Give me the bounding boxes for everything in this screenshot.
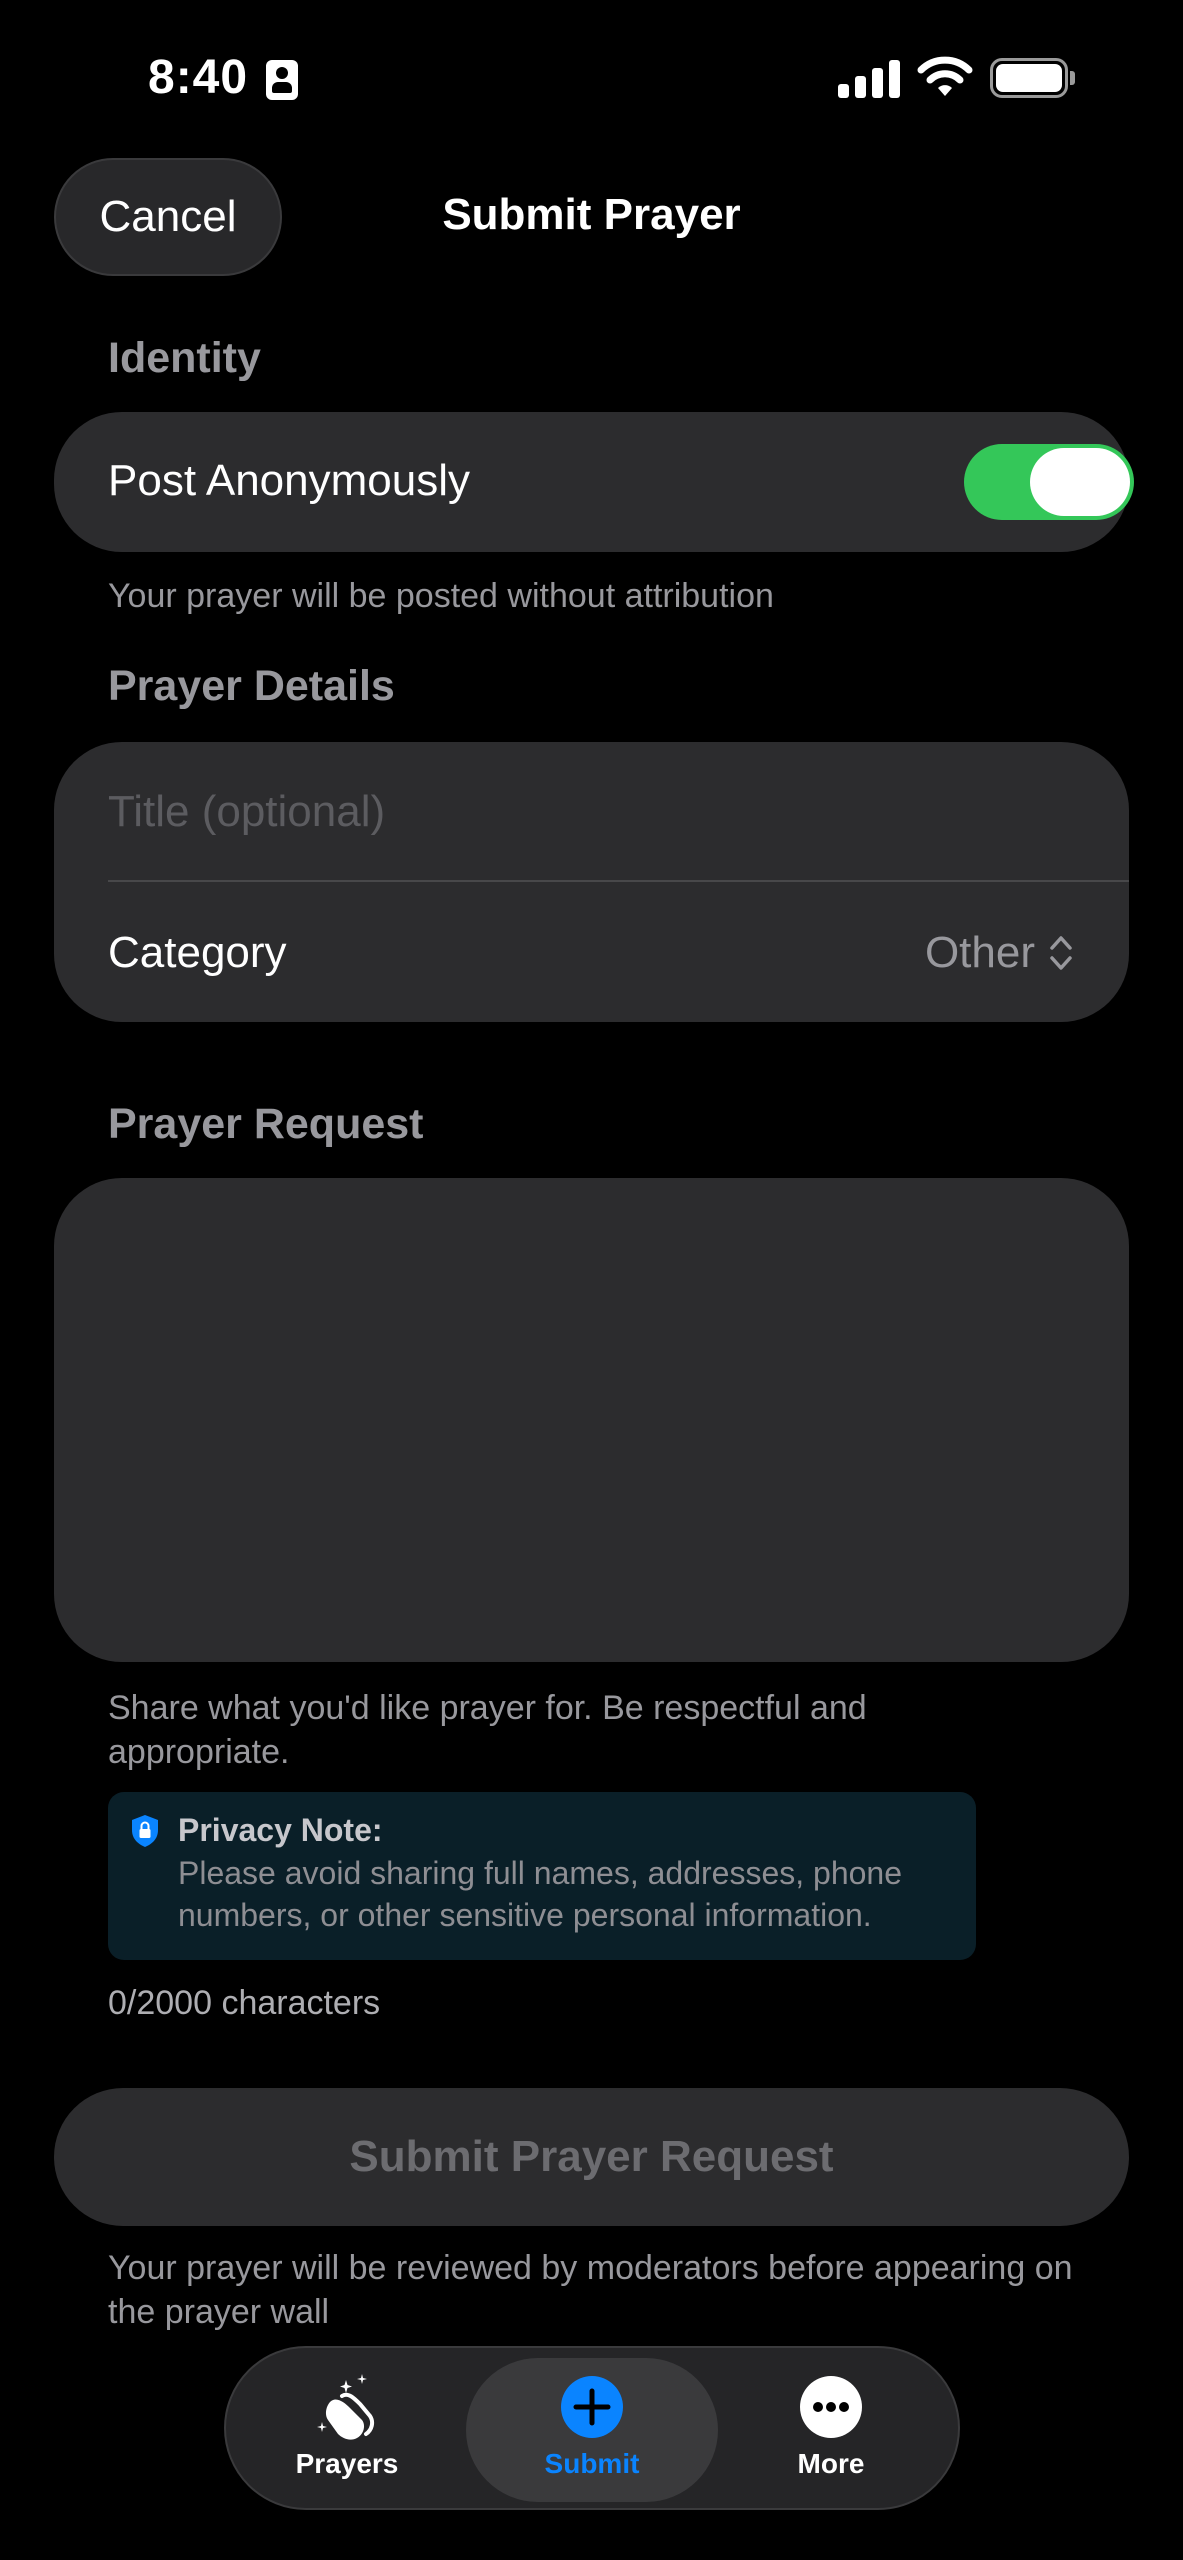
title-input[interactable] (108, 782, 1068, 842)
identity-section-header: Identity (108, 334, 261, 382)
tab-more[interactable]: More (736, 2358, 926, 2502)
privacy-note-text: Please avoid sharing full names, address… (178, 1855, 902, 1933)
tab-prayers[interactable]: Prayers (252, 2358, 442, 2502)
tab-submit-label: Submit (544, 2448, 640, 2479)
identity-card: Post Anonymously (54, 412, 1134, 552)
moderation-footnote: Your prayer will be reviewed by moderato… (108, 2249, 1073, 2331)
prayer-request-hint: Share what you'd like prayer for. Be res… (108, 1689, 867, 1771)
contact-card-icon (266, 60, 298, 100)
post-anonymously-toggle[interactable] (964, 444, 1134, 520)
tab-bar: Prayers Submit More (224, 2346, 960, 2510)
page-title: Submit Prayer (442, 190, 741, 239)
prayer-details-card: Category Other (54, 742, 1129, 1022)
tab-prayers-label: Prayers (295, 2448, 399, 2479)
battery-icon (990, 58, 1075, 98)
cellular-signal-icon (838, 60, 900, 98)
prayer-request-section-header: Prayer Request (108, 1100, 424, 1148)
privacy-note-title: Privacy Note: (178, 1812, 383, 1848)
submit-prayer-screen: 8:40 Cancel Submit Prayer Identity Post … (0, 0, 1183, 2560)
category-picker[interactable]: Other (925, 928, 1073, 978)
ellipsis-circle-icon (800, 2376, 862, 2438)
category-value: Other (924, 928, 1035, 977)
wifi-icon (917, 56, 973, 96)
character-counter: 0/2000 characters (108, 1984, 381, 2022)
plus-circle-icon (561, 2376, 623, 2438)
prayer-details-section-header: Prayer Details (108, 662, 395, 710)
anonymous-footnote: Your prayer will be posted without attri… (108, 577, 774, 615)
category-label: Category (108, 928, 287, 977)
tab-more-label: More (797, 2448, 865, 2479)
shield-lock-icon (132, 1815, 158, 1847)
tab-submit[interactable]: Submit (466, 2358, 718, 2502)
toggle-knob (1030, 448, 1130, 516)
praying-hands-icon (317, 2374, 375, 2440)
chevron-up-down-icon (1050, 936, 1072, 970)
prayer-request-textarea[interactable] (54, 1178, 1129, 1662)
details-divider (108, 880, 1129, 882)
privacy-note: Privacy Note: Please avoid sharing full … (108, 1792, 976, 1960)
post-anonymously-label: Post Anonymously (108, 456, 470, 505)
submit-prayer-request-button[interactable]: Submit Prayer Request (54, 2088, 1129, 2226)
status-time: 8:40 (148, 51, 249, 104)
